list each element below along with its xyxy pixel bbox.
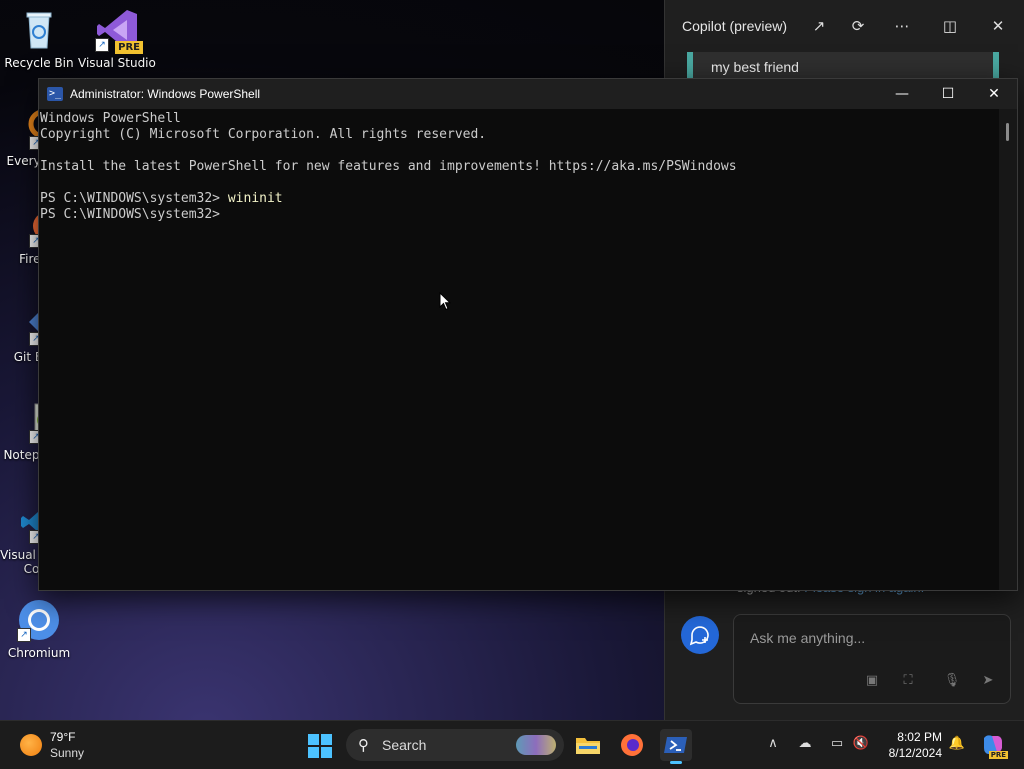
recycle-bin-icon bbox=[17, 8, 61, 52]
refresh-icon[interactable]: ⟳ bbox=[847, 15, 869, 37]
screenshot-icon[interactable]: ⛶ bbox=[898, 671, 918, 691]
taskbar-search[interactable]: ⚲ Search bbox=[346, 729, 564, 761]
search-icon: ⚲ bbox=[358, 736, 369, 754]
maximize-button[interactable]: ☐ bbox=[925, 79, 971, 109]
copilot-taskbar-button[interactable]: PRE bbox=[980, 732, 1008, 759]
dock-panel-icon[interactable]: ◫ bbox=[939, 15, 961, 37]
taskbar-firefox[interactable] bbox=[616, 729, 648, 761]
chat-message-text: my best friend bbox=[711, 59, 799, 75]
clock-time[interactable]: 8:02 PM bbox=[888, 730, 942, 744]
preview-badge: PRE bbox=[988, 751, 1008, 759]
shortcut-arrow-icon: ↗ bbox=[95, 38, 109, 52]
microphone-icon[interactable]: 🎙 bbox=[942, 671, 962, 691]
chat-message-bubble: my best friend bbox=[687, 52, 999, 78]
console-command: wininit bbox=[227, 191, 283, 206]
console-prompt: PS C:\WINDOWS\system32> bbox=[40, 191, 228, 206]
show-hidden-icons-chevron-icon[interactable]: ∧ bbox=[764, 735, 782, 753]
minimize-button[interactable]: — bbox=[879, 79, 925, 109]
send-icon[interactable]: ➤ bbox=[978, 671, 998, 691]
search-highlight-icon bbox=[516, 735, 556, 755]
chat-input-box: ▣ ⛶ 🎙 ➤ bbox=[733, 614, 1011, 704]
shortcut-arrow-icon: ↗ bbox=[17, 628, 31, 642]
desktop-icon-visual-studio[interactable]: PRE ↗ Visual Studio 2022 Preview bbox=[78, 8, 156, 70]
folder-icon bbox=[576, 738, 600, 754]
active-indicator bbox=[670, 761, 682, 764]
chromium-icon: ↗ bbox=[17, 598, 61, 642]
new-topic-button[interactable] bbox=[681, 616, 719, 654]
chat-input[interactable] bbox=[748, 629, 992, 647]
clock-date[interactable]: 8/12/2024 bbox=[878, 746, 942, 760]
scrollbar-thumb[interactable] bbox=[1006, 123, 1009, 141]
console-command-line: PS C:\WINDOWS\system32> wininit bbox=[40, 191, 1000, 207]
search-label: Search bbox=[382, 737, 427, 753]
console-line: Copyright (C) Microsoft Corporation. All… bbox=[40, 127, 487, 142]
preview-badge: PRE bbox=[115, 41, 143, 54]
more-options-icon[interactable]: ⋯ bbox=[891, 15, 913, 37]
new-topic-icon bbox=[689, 626, 709, 646]
desktop-icon-chromium[interactable]: ↗ Chromium bbox=[0, 598, 78, 660]
desktop-icon-label: Recycle Bin bbox=[4, 56, 74, 70]
vertical-scrollbar[interactable] bbox=[999, 109, 1017, 590]
console-output[interactable]: Windows PowerShell Copyright (C) Microsof… bbox=[39, 109, 1000, 592]
onedrive-icon[interactable]: ☁ bbox=[796, 735, 814, 753]
desktop-icon-label: Chromium bbox=[7, 646, 71, 660]
powershell-window: >_ Administrator: Windows PowerShell — ☐… bbox=[38, 78, 1018, 591]
copilot-title: Copilot (preview) bbox=[682, 18, 788, 34]
start-button[interactable] bbox=[308, 734, 332, 758]
open-external-icon[interactable]: ↗ bbox=[808, 15, 830, 37]
close-button[interactable]: ✕ bbox=[971, 79, 1017, 109]
console-prompt: PS C:\WINDOWS\system32> bbox=[40, 207, 228, 222]
notification-bell-icon[interactable]: 🔔 bbox=[948, 735, 966, 753]
console-line: Install the latest PowerShell for new fe… bbox=[40, 159, 737, 174]
sun-icon bbox=[20, 734, 42, 756]
display-icon[interactable]: ▭ bbox=[828, 735, 846, 753]
taskbar-file-explorer[interactable] bbox=[572, 729, 604, 761]
close-icon[interactable]: ✕ bbox=[987, 15, 1009, 37]
desktop-icon-recycle-bin[interactable]: Recycle Bin bbox=[0, 8, 78, 70]
weather-temperature: 79°F bbox=[50, 730, 76, 744]
image-input-icon[interactable]: ▣ bbox=[862, 671, 882, 691]
console-line: Windows PowerShell bbox=[40, 111, 181, 126]
volume-muted-icon[interactable]: 🔇 bbox=[852, 735, 870, 753]
window-titlebar[interactable]: >_ Administrator: Windows PowerShell — ☐… bbox=[39, 79, 1017, 109]
console-current-prompt: PS C:\WINDOWS\system32> bbox=[40, 207, 1000, 223]
taskbar-powershell[interactable] bbox=[660, 729, 692, 764]
taskbar: 79°F Sunny ⚲ Search ∧ ☁ ▭ 🔇 8:02 PM 8/12… bbox=[0, 720, 1024, 769]
mouse-cursor-icon bbox=[439, 292, 451, 311]
copilot-header: Copilot (preview) ↗ ⟳ ⋯ ◫ ✕ bbox=[665, 0, 1024, 52]
visual-studio-icon: PRE ↗ bbox=[95, 8, 143, 54]
window-title: Administrator: Windows PowerShell bbox=[70, 87, 261, 101]
powershell-icon: >_ bbox=[47, 87, 63, 101]
weather-condition: Sunny bbox=[50, 746, 85, 760]
firefox-icon bbox=[621, 734, 643, 756]
powershell-icon bbox=[664, 737, 687, 753]
desktop-icon-label: Visual Studio 2022 Preview bbox=[78, 56, 156, 70]
